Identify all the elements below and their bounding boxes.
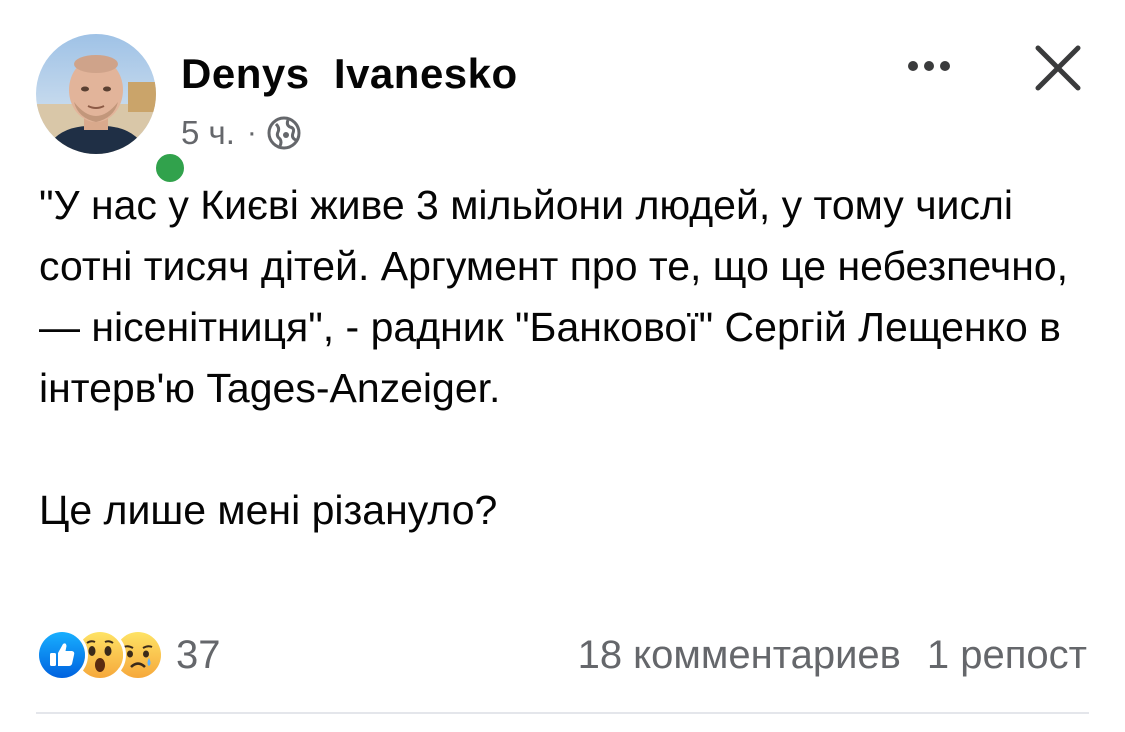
dot	[940, 61, 950, 71]
post-meta: 5 ч. ·	[181, 112, 302, 154]
like-icon	[36, 629, 88, 681]
avatar-container[interactable]	[36, 34, 189, 187]
reactions-summary[interactable]: 37	[36, 628, 221, 682]
dot	[908, 61, 918, 71]
post-text: "У нас у Києві живе 3 мільйони людей, у …	[39, 175, 1099, 541]
close-icon[interactable]	[1030, 40, 1086, 96]
avatar-photo	[36, 34, 156, 154]
more-dots-icon[interactable]	[896, 46, 962, 86]
shares-count-link[interactable]: 1 репост	[927, 633, 1087, 678]
author-name[interactable]: Denys Ivanesko	[181, 48, 518, 100]
globe-icon[interactable]	[266, 115, 302, 151]
meta-separator: ·	[246, 116, 257, 149]
post-paragraph: "У нас у Києві живе 3 мільйони людей, у …	[39, 182, 1069, 411]
avatar[interactable]	[36, 34, 156, 154]
reaction-count: 37	[176, 633, 221, 677]
dot	[924, 61, 934, 71]
comments-count-link[interactable]: 18 комментариев	[578, 633, 901, 678]
post-paragraph: Це лише мені різануло?	[39, 487, 498, 533]
post-time[interactable]: 5 ч.	[181, 112, 235, 154]
post-card: Denys Ivanesko 5 ч. · "У нас у Києві жив…	[0, 0, 1125, 732]
divider	[36, 712, 1089, 714]
reaction-icons	[36, 629, 164, 681]
post-stats: 18 комментариев 1 репост	[578, 628, 1087, 682]
